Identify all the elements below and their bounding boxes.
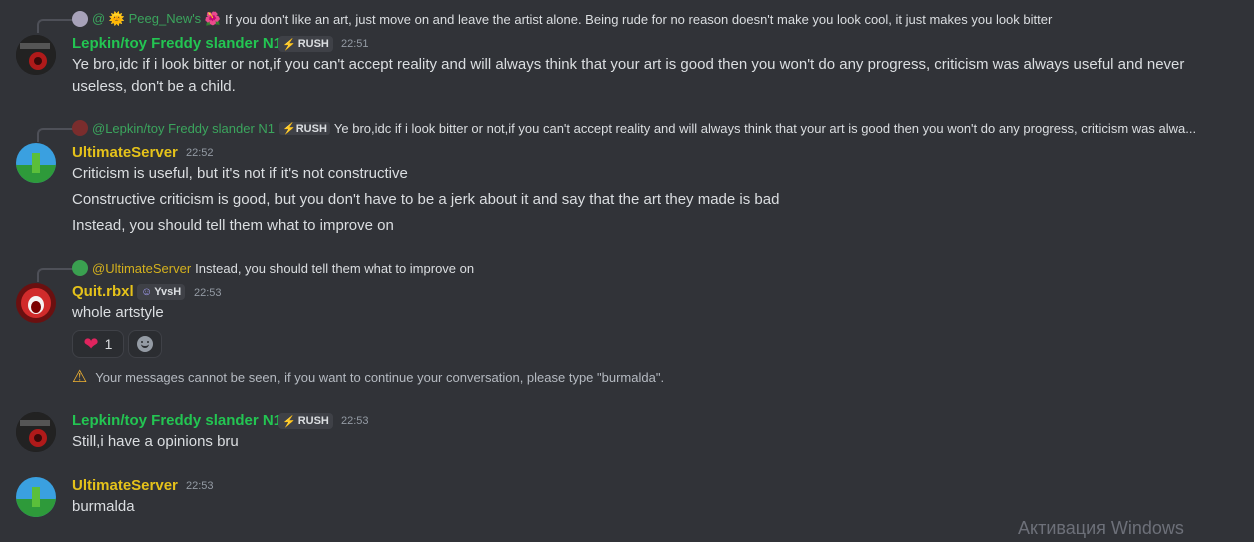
- avatar[interactable]: [16, 283, 56, 323]
- avatar[interactable]: [16, 477, 56, 517]
- reply-preview[interactable]: @UltimateServer Instead, you should tell…: [72, 260, 772, 276]
- guild-tag[interactable]: ⚡ RUSH: [278, 413, 333, 429]
- author-name[interactable]: UltimateServer: [72, 477, 178, 494]
- warning-icon: ⚠: [72, 367, 88, 386]
- avatar-image: [16, 143, 56, 183]
- timestamp[interactable]: 22:52: [186, 147, 214, 159]
- message-content: whole artstyle: [72, 304, 164, 321]
- message-content: Instead, you should tell them what to im…: [72, 217, 394, 234]
- timestamp[interactable]: 22:51: [341, 38, 369, 50]
- reply-guild-tag: ⚡RUSH: [279, 121, 330, 135]
- message-content: Ye bro,idc if i look bitter or not,if yo…: [72, 56, 1185, 95]
- reply-preview[interactable]: @Lepkin/toy Freddy slander N1 ⚡RUSH Ye b…: [72, 120, 1242, 136]
- lightning-icon: ⚡: [282, 38, 296, 51]
- message-content: Still,i have a opinions bru: [72, 433, 239, 450]
- reply-avatar: [72, 11, 88, 27]
- avatar[interactable]: [16, 412, 56, 452]
- guild-tag-label: RUSH: [297, 415, 329, 427]
- timestamp[interactable]: 22:53: [341, 415, 369, 427]
- guild-tag[interactable]: ⚡ RUSH: [278, 36, 333, 52]
- reply-avatar: [72, 120, 88, 136]
- reply-connector: [37, 19, 73, 33]
- timestamp[interactable]: 22:53: [186, 480, 214, 492]
- author-name[interactable]: Quit.rbxl: [72, 283, 134, 300]
- message-content: Criticism is useful, but it's not if it'…: [72, 165, 408, 182]
- avatar[interactable]: [16, 143, 56, 183]
- message-content: Constructive criticism is good, but you …: [72, 191, 780, 208]
- reply-guild-tag-label: RUSH: [295, 122, 327, 135]
- avatar[interactable]: [16, 35, 56, 75]
- add-reaction-button[interactable]: [128, 330, 162, 358]
- lightning-icon: ⚡: [282, 415, 296, 428]
- reaction-heart[interactable]: ❤ 1: [72, 330, 124, 358]
- lightning-icon: ⚡: [282, 122, 296, 135]
- timestamp[interactable]: 22:53: [194, 287, 222, 299]
- reply-preview[interactable]: @ 🌞 Peeg_New's 🌺 If you don't like an ar…: [72, 11, 1242, 27]
- avatar-image: [16, 477, 56, 517]
- author-name[interactable]: Lepkin/toy Freddy slander N1: [72, 35, 282, 52]
- reply-mention[interactable]: @UltimateServer: [92, 261, 191, 276]
- reply-text: If you don't like an art, just move on a…: [224, 11, 1053, 27]
- guild-tag-label: YvsH: [154, 286, 182, 298]
- avatar-image: [16, 35, 56, 75]
- reply-text: Instead, you should tell them what to im…: [195, 260, 475, 276]
- guild-tag-label: RUSH: [297, 38, 329, 50]
- guild-tag[interactable]: ☺ YvsH: [137, 284, 186, 300]
- smiley-icon: [137, 336, 153, 352]
- message-content: burmalda: [72, 498, 135, 515]
- reply-mention[interactable]: @Lepkin/toy Freddy slander N1: [92, 121, 275, 136]
- reply-connector: [37, 128, 73, 142]
- windows-activation-watermark: Активация Windows: [1018, 518, 1184, 538]
- avatar-image: [16, 283, 56, 323]
- avatar-image: [16, 412, 56, 452]
- bot-face-icon: ☺: [141, 286, 153, 298]
- reply-text: Ye bro,idc if i look bitter or not,if yo…: [333, 120, 1197, 136]
- system-notice-text: Your messages cannot be seen, if you wan…: [95, 369, 665, 385]
- author-name[interactable]: UltimateServer: [72, 144, 178, 161]
- reply-avatar: [72, 260, 88, 276]
- author-name[interactable]: Lepkin/toy Freddy slander N1: [72, 412, 282, 429]
- reply-connector: [37, 268, 73, 282]
- reaction-count: 1: [104, 336, 113, 352]
- heart-icon: ❤: [83, 333, 99, 354]
- reply-mention[interactable]: @ 🌞 Peeg_New's 🌺: [92, 11, 221, 27]
- system-notice: ⚠ Your messages cannot be seen, if you w…: [72, 367, 664, 387]
